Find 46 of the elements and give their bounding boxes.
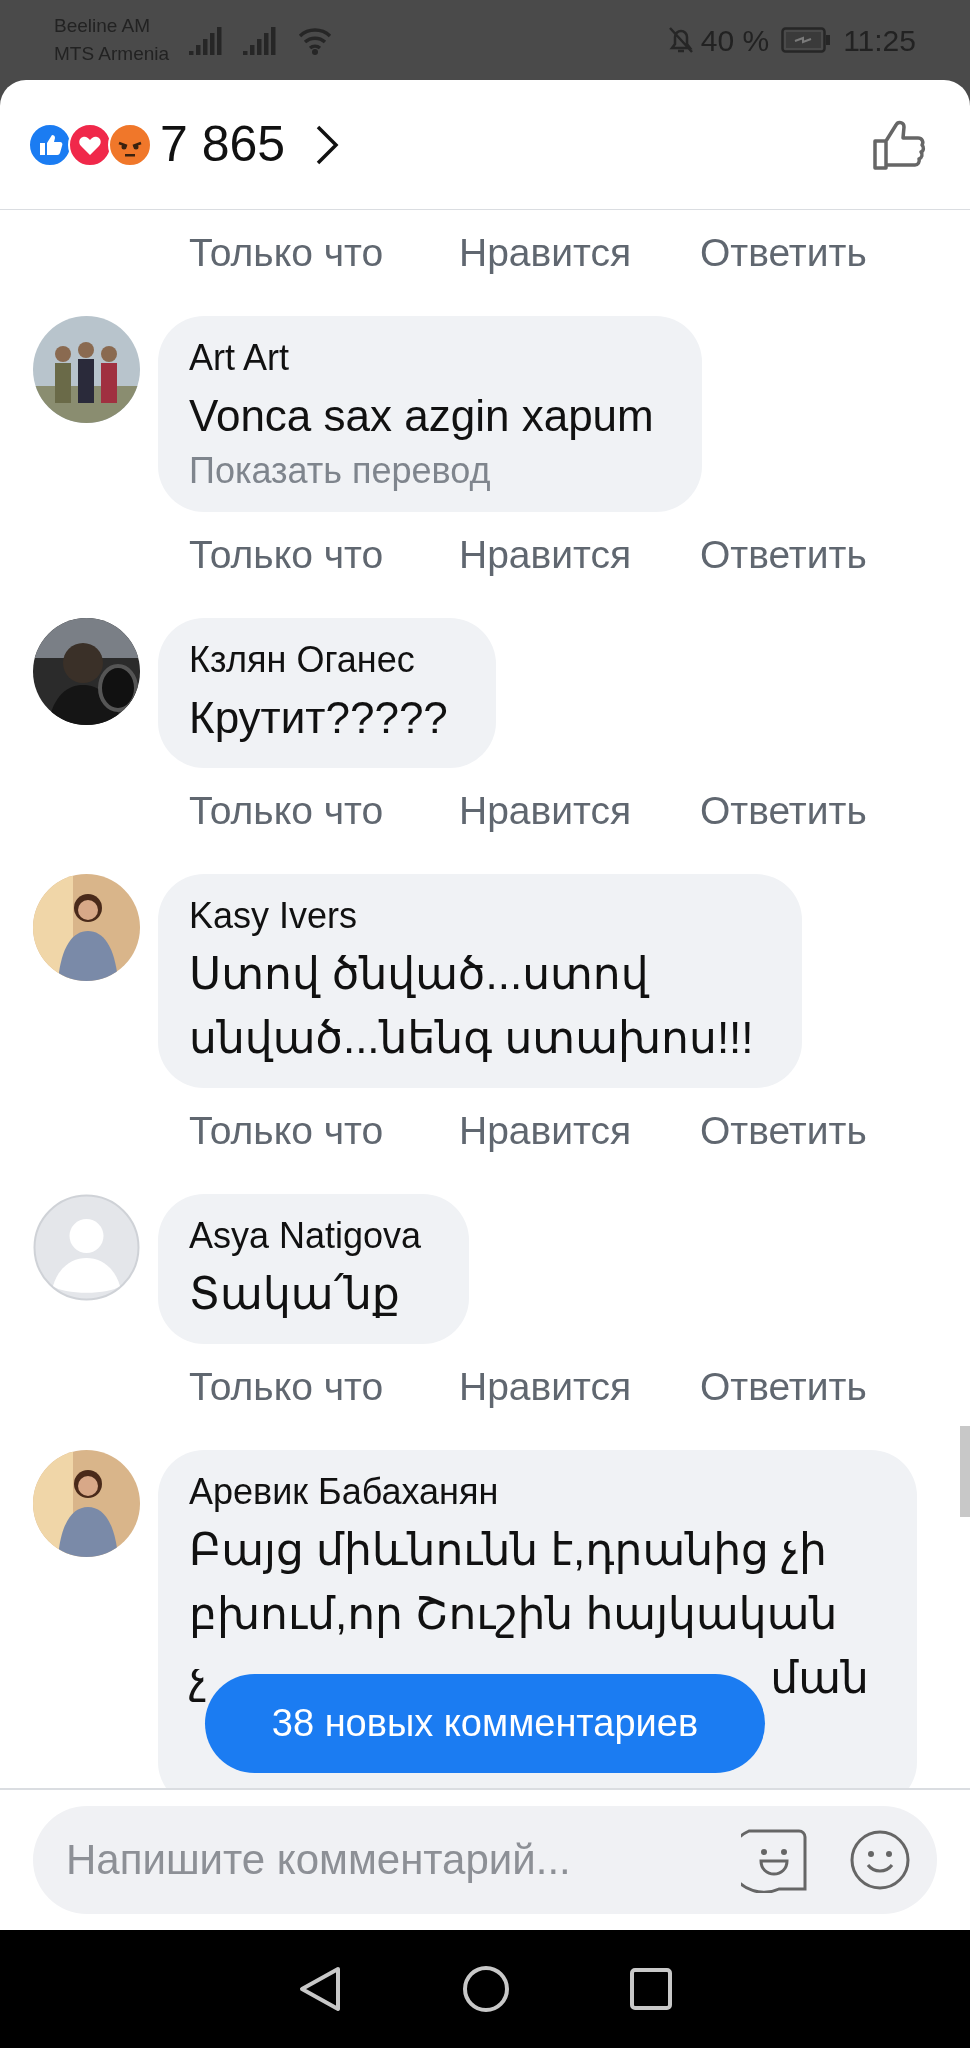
- reply-link[interactable]: Ответить: [700, 781, 867, 841]
- comment-text: Крутит?????: [189, 692, 448, 744]
- love-reaction-icon: [68, 122, 112, 167]
- emoji-icon[interactable]: [849, 1829, 911, 1891]
- like-link[interactable]: Нравится: [459, 223, 700, 283]
- comment-time: Только что: [189, 229, 385, 276]
- reaction-count[interactable]: 7 865: [160, 107, 286, 182]
- new-comments-button[interactable]: 38 новых комментариев: [205, 1674, 765, 1773]
- comment-time: Только что: [189, 1363, 385, 1410]
- back-icon[interactable]: [298, 1965, 342, 2013]
- like-link[interactable]: Нравится: [459, 781, 700, 841]
- comment-text: Տակա՛նք: [189, 1268, 401, 1320]
- comment-time: Только что: [189, 1107, 385, 1154]
- comment-text-fragment: չ: [189, 1652, 207, 1704]
- default-avatar-icon: [33, 1194, 140, 1301]
- thumbs-up-icon[interactable]: [872, 118, 926, 171]
- like-link[interactable]: Нравится: [459, 1101, 700, 1161]
- reply-link[interactable]: Ответить: [700, 525, 867, 585]
- chevron-right-icon[interactable]: [315, 123, 340, 166]
- reply-link[interactable]: Ответить: [700, 223, 867, 283]
- comment-time: Только что: [189, 787, 385, 834]
- like-link[interactable]: Нравится: [459, 525, 700, 585]
- battery-icon: [781, 27, 832, 53]
- signal-icon: [189, 25, 224, 55]
- comment-text: Ստով ծնված...ստով սնված...նենգ ստախոս!!!: [189, 948, 754, 1064]
- angry-reaction-icon: [108, 122, 152, 167]
- bell-off-icon: [666, 25, 695, 55]
- commenter-name[interactable]: Кзлян Оганес: [189, 634, 448, 686]
- reply-link[interactable]: Ответить: [700, 1357, 867, 1417]
- comment-input[interactable]: Напишите комментарий...: [33, 1806, 937, 1914]
- commenter-name[interactable]: Kasy Ivers: [189, 890, 754, 942]
- wifi-icon: [297, 25, 334, 55]
- comment-text: Vonca sax azgin xapum: [189, 390, 654, 442]
- comment-time: Только что: [189, 531, 385, 578]
- like-reaction-icon: [28, 122, 72, 167]
- commenter-name[interactable]: Аревик Бабаханян: [189, 1466, 869, 1518]
- like-link[interactable]: Нравится: [459, 1357, 700, 1417]
- comment-text-fragment: ման: [770, 1652, 869, 1704]
- commenter-name[interactable]: Asya Natigova: [189, 1210, 422, 1262]
- recent-apps-icon[interactable]: [630, 1968, 672, 2010]
- commenter-name[interactable]: Art Art: [189, 332, 654, 384]
- home-icon[interactable]: [462, 1965, 510, 2013]
- reply-link[interactable]: Ответить: [700, 1101, 867, 1161]
- show-translation-link[interactable]: Показать перевод: [189, 448, 654, 494]
- sticker-icon[interactable]: [741, 1827, 807, 1893]
- signal-icon: [243, 25, 278, 55]
